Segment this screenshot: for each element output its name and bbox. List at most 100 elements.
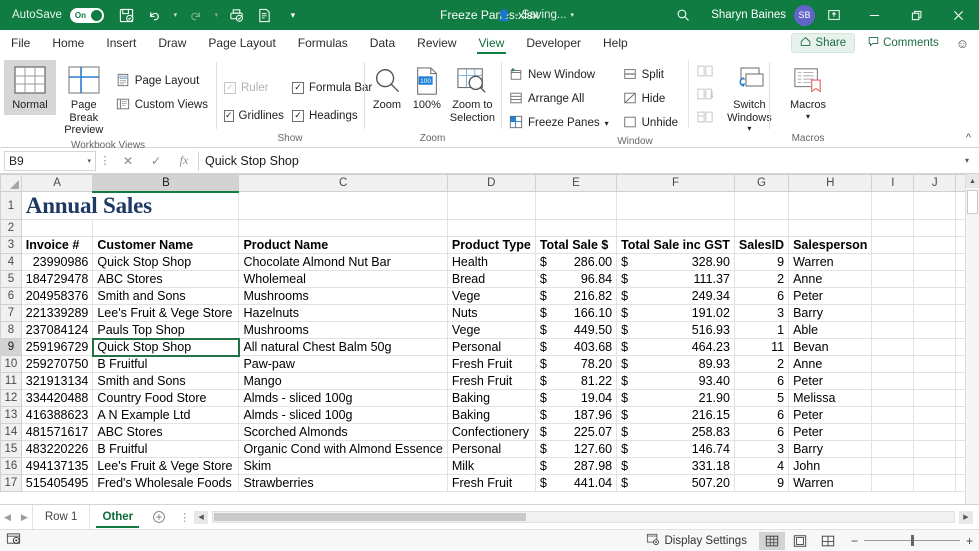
cell-j10[interactable] — [913, 355, 957, 373]
ribbon-display-options-icon[interactable] — [815, 8, 853, 22]
tab-data[interactable]: Data — [359, 30, 406, 56]
cell-c9[interactable]: All natural Chest Balm 50g — [238, 338, 448, 356]
cell-g14[interactable]: 6 — [734, 423, 790, 441]
cell-d10[interactable]: Fresh Fruit — [447, 355, 536, 373]
cell-f14[interactable]: $258.83 — [616, 423, 735, 441]
cell-d3[interactable]: Product Type — [447, 236, 536, 254]
cell-b7[interactable]: Lee's Fruit & Vege Store — [92, 304, 240, 322]
page-layout-button[interactable]: Page Layout — [112, 70, 212, 92]
cell-f6[interactable]: $249.34 — [616, 287, 735, 305]
previous-sheet-icon[interactable]: ◀ — [4, 512, 11, 523]
freeze-panes-button[interactable]: Freeze Panes ▾ — [505, 112, 613, 134]
cell-h11[interactable]: Peter — [788, 372, 873, 390]
cell-c11[interactable]: Mango — [238, 372, 448, 390]
new-window-button[interactable]: New Window — [505, 64, 613, 86]
zoom-100-button[interactable]: 100 100% — [408, 60, 446, 115]
zoom-slider[interactable]: − + — [843, 534, 973, 548]
cell-f13[interactable]: $216.15 — [616, 406, 735, 424]
cell-a12[interactable]: 334420488 — [21, 389, 94, 407]
cell-d7[interactable]: Nuts — [447, 304, 536, 322]
cell-h2[interactable] — [788, 219, 873, 237]
gridlines-checkbox[interactable]: ✓ Gridlines — [220, 105, 284, 127]
cell-h1[interactable] — [788, 191, 873, 220]
cell-d13[interactable]: Baking — [447, 406, 536, 424]
row-header-2[interactable]: 2 — [0, 219, 22, 237]
cell-d11[interactable]: Fresh Fruit — [447, 372, 536, 390]
cell-f8[interactable]: $516.93 — [616, 321, 735, 339]
undo-icon[interactable] — [142, 3, 168, 27]
cell-i5[interactable] — [871, 270, 915, 288]
cell-h12[interactable]: Melissa — [788, 389, 873, 407]
cell-f7[interactable]: $191.02 — [616, 304, 735, 322]
cell-b4[interactable]: Quick Stop Shop — [92, 253, 240, 271]
chevron-down-icon[interactable]: ▾ — [605, 119, 609, 128]
sheet-tab-other[interactable]: Other — [89, 505, 145, 529]
row-header-1[interactable]: 1 — [0, 191, 22, 220]
cell-e2[interactable] — [535, 219, 618, 237]
cell-h10[interactable]: Anne — [788, 355, 873, 373]
arrange-all-button[interactable]: Arrange All — [505, 88, 613, 110]
cell-h8[interactable]: Able — [788, 321, 873, 339]
cell-a8[interactable]: 237084124 — [21, 321, 94, 339]
cell-c17[interactable]: Strawberries — [238, 474, 448, 492]
undo-chevron-down-icon[interactable]: ▾ — [170, 11, 181, 19]
cell-j2[interactable] — [913, 219, 957, 237]
accessibility-checker-icon[interactable] — [6, 532, 21, 549]
cell-f11[interactable]: $93.40 — [616, 372, 735, 390]
cell-c7[interactable]: Hazelnuts — [238, 304, 448, 322]
row-header-7[interactable]: 7 — [0, 304, 22, 322]
user-name[interactable]: Sharyn Baines — [703, 9, 794, 21]
zoom-button[interactable]: Zoom — [368, 60, 406, 115]
cell-h7[interactable]: Barry — [788, 304, 873, 322]
cell-g5[interactable]: 2 — [734, 270, 790, 288]
zoom-to-selection-button[interactable]: Zoom to Selection — [448, 60, 497, 127]
cell-c4[interactable]: Chocolate Almond Nut Bar — [238, 253, 448, 271]
cell-c16[interactable]: Skim — [238, 457, 448, 475]
cell-e8[interactable]: $449.50 — [535, 321, 618, 339]
cell-i8[interactable] — [871, 321, 915, 339]
cell-i14[interactable] — [871, 423, 915, 441]
cell-e1[interactable] — [535, 191, 618, 220]
select-all-corner[interactable] — [0, 174, 22, 192]
row-header-8[interactable]: 8 — [0, 321, 22, 339]
cell-a17[interactable]: 515405495 — [21, 474, 94, 492]
cell-d8[interactable]: Vege — [447, 321, 536, 339]
cell-a15[interactable]: 483220226 — [21, 440, 94, 458]
cell-i3[interactable] — [871, 236, 915, 254]
zoom-in-button[interactable]: + — [966, 534, 973, 548]
row-header-11[interactable]: 11 — [0, 372, 22, 390]
cell-e15[interactable]: $127.60 — [535, 440, 618, 458]
cell-c1[interactable] — [238, 191, 448, 220]
cell-j11[interactable] — [913, 372, 957, 390]
row-header-6[interactable]: 6 — [0, 287, 22, 305]
cell-e10[interactable]: $78.20 — [535, 355, 618, 373]
ruler-checkbox[interactable]: ✓ Ruler — [220, 77, 282, 99]
cell-i1[interactable] — [871, 191, 915, 220]
cell-d5[interactable]: Bread — [447, 270, 536, 288]
column-header-e[interactable]: E — [534, 174, 618, 192]
cell-e3[interactable]: Total Sale $ — [535, 236, 618, 254]
row-header-3[interactable]: 3 — [0, 236, 22, 254]
sheet-tab-row-1[interactable]: Row 1 — [31, 505, 90, 529]
page-layout-status-button[interactable] — [787, 532, 813, 550]
cell-b10[interactable]: B Fruitful — [92, 355, 240, 373]
column-header-i[interactable]: I — [871, 174, 915, 192]
cell-a14[interactable]: 481571617 — [21, 423, 94, 441]
cell-a13[interactable]: 416388623 — [21, 406, 94, 424]
comments-button[interactable]: Comments — [860, 33, 947, 53]
scroll-up-arrow[interactable]: ▲ — [966, 174, 979, 188]
table-row[interactable]: 10 259270750 B Fruitful Paw-paw Fresh Fr… — [0, 355, 979, 373]
cell-d16[interactable]: Milk — [447, 457, 536, 475]
cell-f3[interactable]: Total Sale inc GST — [616, 236, 735, 254]
cell-a3[interactable]: Invoice # — [21, 236, 94, 254]
cell-f9[interactable]: $464.23 — [616, 338, 735, 356]
cell-i17[interactable] — [871, 474, 915, 492]
tab-formulas[interactable]: Formulas — [287, 30, 359, 56]
cell-b2[interactable] — [92, 219, 240, 237]
unhide-button[interactable]: Unhide — [619, 112, 682, 134]
table-row[interactable]: 3 Invoice # Customer Name Product Name P… — [0, 236, 979, 254]
cell-d4[interactable]: Health — [447, 253, 536, 271]
row-header-14[interactable]: 14 — [0, 423, 22, 441]
normal-view-status-button[interactable] — [758, 531, 785, 550]
cell-a7[interactable]: 221339289 — [21, 304, 94, 322]
